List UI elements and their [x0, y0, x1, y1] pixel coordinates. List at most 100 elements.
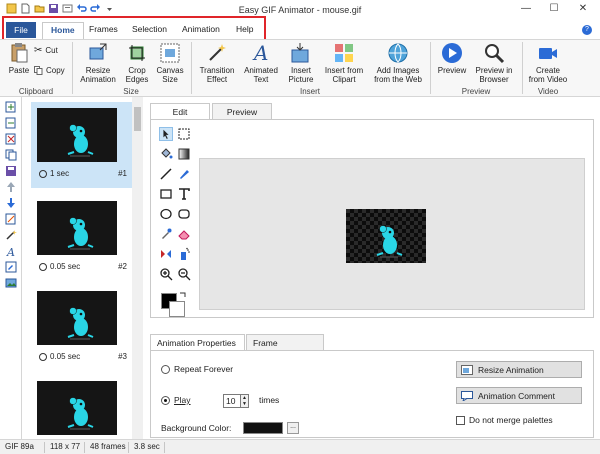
scrollbar-thumb[interactable]	[134, 107, 141, 131]
arrow-select-icon[interactable]	[159, 127, 173, 141]
status-duration: 3.8 sec	[134, 442, 160, 451]
status-separator	[128, 442, 129, 453]
insert-picture-button[interactable]: Insert Picture	[283, 42, 319, 84]
insert-frame-icon[interactable]	[5, 117, 17, 129]
frame-properties-icon[interactable]	[5, 213, 17, 225]
create-from-video-button[interactable]: Create from Video	[526, 42, 570, 84]
add-images-web-button[interactable]: Add Images from the Web	[370, 42, 426, 84]
tab-edit[interactable]: Edit	[150, 103, 210, 119]
insert-picture-label-2: Picture	[288, 75, 314, 84]
tab-file[interactable]: File	[6, 22, 36, 38]
preview-label: Preview	[437, 66, 467, 75]
edit-frame-icon[interactable]	[5, 261, 17, 273]
maximize-button[interactable]: ☐	[546, 2, 562, 16]
animation-comment-button[interactable]: Animation Comment	[456, 387, 582, 404]
duplicate-frame-icon[interactable]	[5, 149, 17, 161]
play-radio[interactable]	[161, 396, 170, 405]
line-icon[interactable]	[159, 167, 173, 181]
canvas-size-button[interactable]: Canvas Size	[155, 42, 185, 84]
frame-number: #2	[118, 262, 127, 271]
tab-preview[interactable]: Preview	[212, 103, 272, 119]
background-color-swatch[interactable]	[169, 301, 185, 317]
brush-icon[interactable]	[177, 167, 191, 181]
insert-clipart-button[interactable]: Insert from Clipart	[322, 42, 366, 84]
minimize-button[interactable]: —	[518, 2, 534, 16]
animated-text-label-2: Text	[253, 75, 269, 84]
paste-label: Paste	[8, 66, 30, 75]
color-picker-icon[interactable]	[159, 227, 173, 241]
tab-help[interactable]: Help	[236, 24, 253, 34]
picture-icon	[291, 43, 309, 63]
move-up-icon[interactable]	[5, 181, 17, 193]
animated-text-button[interactable]: A Animated Text	[241, 42, 281, 84]
copy-icon	[34, 66, 43, 75]
image-frame-icon[interactable]	[5, 277, 17, 289]
tab-frame-properties[interactable]: Frame Properties	[246, 334, 324, 364]
status-separator	[84, 442, 85, 453]
frame-item[interactable]: 0.05 sec #2	[31, 195, 135, 281]
frames-scrollbar[interactable]	[132, 97, 143, 439]
paste-button[interactable]: Paste	[6, 42, 32, 75]
magic-frame-icon[interactable]	[5, 229, 17, 241]
swap-colors-icon[interactable]	[179, 291, 187, 299]
copy-button[interactable]: Copy	[34, 66, 68, 75]
canvas-label-2: Size	[162, 75, 178, 84]
text-tool-icon[interactable]	[177, 187, 191, 201]
copy-label: Copy	[46, 66, 65, 75]
mouse-thumbnail-image	[67, 397, 94, 430]
preview-browser-button[interactable]: Preview in Browser	[472, 42, 516, 84]
fill-bucket-icon[interactable]	[159, 147, 173, 161]
help-icon[interactable]: ?	[582, 25, 592, 35]
resize-animation-prop-button[interactable]: Resize Animation	[456, 361, 582, 378]
flip-icon[interactable]	[159, 247, 173, 261]
frame-delay[interactable]: 0.05 sec	[39, 352, 80, 361]
preview-button[interactable]: Preview	[434, 42, 470, 75]
transition-label-2: Effect	[206, 75, 228, 84]
cut-button[interactable]: ✂ Cut	[34, 46, 64, 56]
ellipse-icon[interactable]	[159, 207, 173, 221]
save-frame-icon[interactable]	[5, 165, 17, 177]
add-images-label-2: from the Web	[374, 75, 422, 84]
add-frame-icon[interactable]	[5, 101, 17, 113]
resize-animation-button[interactable]: Resize Animation	[76, 42, 120, 84]
crop-icon	[129, 45, 145, 61]
zoom-in-icon[interactable]	[159, 267, 173, 281]
delete-frame-icon[interactable]	[5, 133, 17, 145]
do-not-merge-checkbox[interactable]	[456, 416, 465, 425]
spray-icon[interactable]	[177, 247, 191, 261]
frame-item[interactable]: 0.05 sec #3	[31, 285, 135, 371]
tab-animation[interactable]: Animation	[182, 24, 220, 34]
tab-frames[interactable]: Frames	[89, 24, 118, 34]
frame-number: #3	[118, 352, 127, 361]
frame-delay[interactable]: 1 sec	[39, 169, 69, 178]
crop-edges-button[interactable]: Crop Edges	[122, 42, 152, 84]
eraser-icon[interactable]	[177, 227, 191, 241]
move-down-icon[interactable]	[5, 197, 17, 209]
play-count-spinner[interactable]: ▲ ▼	[241, 394, 249, 408]
frame-item[interactable]: 1 sec #1	[31, 102, 135, 188]
repeat-forever-radio[interactable]	[161, 365, 170, 374]
rectangle-icon[interactable]	[159, 187, 173, 201]
gradient-icon[interactable]	[177, 147, 191, 161]
close-button[interactable]: ✕	[575, 2, 591, 16]
rect-select-icon[interactable]	[177, 127, 191, 141]
tab-animation-properties[interactable]: Animation Properties	[150, 334, 245, 350]
frame-delay[interactable]: 0.05 sec	[39, 262, 80, 271]
drawing-canvas[interactable]	[199, 158, 585, 310]
rounded-rect-icon[interactable]	[177, 207, 191, 221]
tab-selection[interactable]: Selection	[132, 24, 167, 34]
magic-wand-icon	[209, 44, 226, 61]
zoom-out-icon[interactable]	[177, 267, 191, 281]
play-count-input[interactable]: 10	[223, 394, 241, 408]
tab-home[interactable]: Home	[42, 22, 84, 39]
background-color-browse-button[interactable]: ...	[287, 422, 299, 434]
play-icon	[442, 43, 462, 63]
text-frame-icon[interactable]: A	[5, 245, 17, 257]
group-clipboard: Clipboard	[18, 87, 54, 96]
transition-effect-button[interactable]: Transition Effect	[195, 42, 239, 84]
status-bar: GIF 89a 118 x 77 48 frames 3.8 sec	[0, 439, 600, 454]
magnifier-icon	[485, 44, 505, 64]
frame-number: #1	[118, 169, 127, 178]
background-color-field[interactable]	[243, 422, 283, 434]
frame-item[interactable]: 0.05 sec#4	[31, 375, 135, 439]
